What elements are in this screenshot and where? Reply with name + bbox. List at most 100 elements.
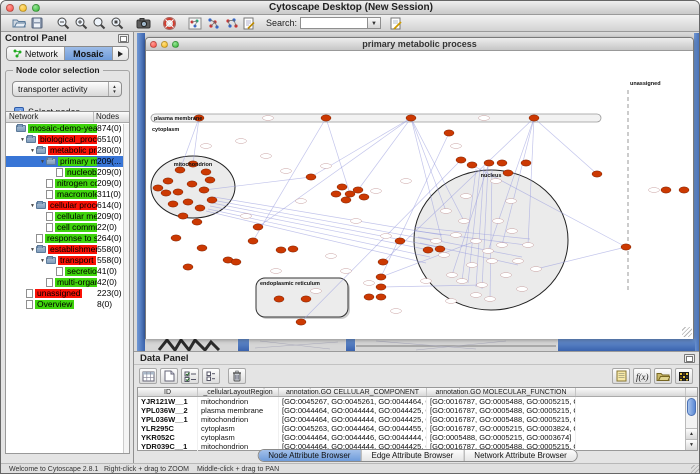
network-node[interactable] bbox=[621, 244, 631, 250]
network-node[interactable] bbox=[378, 259, 388, 265]
close-window-icon[interactable] bbox=[6, 4, 14, 12]
scroll-up-icon[interactable]: ▲ bbox=[686, 428, 697, 439]
table-row[interactable]: YJR121W__1mitochondrion[GO:0045267, GO:0… bbox=[138, 397, 697, 406]
network-node[interactable] bbox=[173, 189, 183, 195]
network-node[interactable] bbox=[376, 294, 386, 300]
tree-row[interactable]: cellular metabo209(0) bbox=[6, 211, 129, 222]
float-panel-icon[interactable] bbox=[684, 354, 695, 363]
attribute-batch-editor-icon[interactable] bbox=[612, 368, 630, 384]
window-resize-grip-icon[interactable] bbox=[691, 465, 700, 474]
tab-mosaic[interactable]: Mosaic bbox=[65, 47, 113, 60]
network-canvas[interactable]: plasma membranecytoplasmmitochondrionnuc… bbox=[146, 51, 693, 339]
network-node[interactable] bbox=[376, 284, 386, 290]
expand-arrow-icon[interactable]: ▼ bbox=[39, 258, 46, 264]
tree-row[interactable]: unassigned223(0) bbox=[6, 288, 129, 299]
tab-network-attribute-browser[interactable]: Network Attribute Browser bbox=[464, 450, 576, 461]
table-row[interactable]: YPL036W__2plasma membrane[GO:0044464, GO… bbox=[138, 406, 697, 415]
select-all-attributes-icon[interactable] bbox=[139, 368, 157, 384]
network-node[interactable] bbox=[163, 178, 173, 184]
advanced-search-icon[interactable] bbox=[387, 16, 405, 31]
close-view-icon[interactable] bbox=[150, 41, 157, 48]
network-node[interactable] bbox=[423, 247, 433, 253]
tab-node-attribute-browser[interactable]: Node Attribute Browser bbox=[258, 450, 361, 461]
network-node[interactable] bbox=[661, 187, 671, 193]
tab-network[interactable]: Network bbox=[7, 47, 65, 60]
float-panel-icon[interactable] bbox=[118, 34, 129, 43]
table-scrollbar[interactable]: ▲ ▼ bbox=[685, 397, 697, 450]
network-node[interactable] bbox=[353, 187, 363, 193]
table-row[interactable]: YKR052Ccytoplasm[GO:0044464, GO:0044446,… bbox=[138, 433, 697, 442]
minimize-view-icon[interactable] bbox=[161, 41, 168, 48]
network-node[interactable] bbox=[376, 274, 386, 280]
annotation-icon[interactable] bbox=[240, 16, 258, 31]
import-network-icon[interactable] bbox=[204, 16, 222, 31]
tree-row[interactable]: Overview8(0) bbox=[6, 299, 129, 310]
network-node[interactable] bbox=[406, 115, 416, 121]
network-node[interactable] bbox=[529, 115, 539, 121]
network-node[interactable] bbox=[456, 157, 466, 163]
function-builder-icon[interactable]: f(x) bbox=[633, 368, 651, 384]
scrollbar-thumb[interactable] bbox=[687, 398, 696, 416]
network-window-titlebar[interactable]: primary metabolic process bbox=[146, 38, 693, 51]
tree-row[interactable]: nucleobase-209(0) bbox=[6, 167, 129, 178]
network-node[interactable] bbox=[679, 187, 689, 193]
tree-column-network[interactable]: Network bbox=[6, 112, 94, 122]
tree-row[interactable]: ▼biological_process651(0) bbox=[6, 134, 129, 145]
tree-row[interactable]: response to stimulu264(0) bbox=[6, 233, 129, 244]
network-node[interactable] bbox=[592, 171, 602, 177]
tree-row[interactable]: ▼metabolic process280(0) bbox=[6, 145, 129, 156]
tree-row[interactable]: ▼primary metabolic209(... bbox=[6, 156, 129, 167]
tree-row[interactable]: cell communicat22(0) bbox=[6, 222, 129, 233]
tree-row[interactable]: secretion41(0) bbox=[6, 266, 129, 277]
tab-overflow-icon[interactable] bbox=[113, 47, 128, 60]
column-header[interactable] bbox=[576, 388, 686, 396]
table-row[interactable]: YLR295Ccytoplasm[GO:0045263, GO:0044464,… bbox=[138, 424, 697, 433]
expand-arrow-icon[interactable]: ▼ bbox=[19, 137, 26, 143]
resize-grip-icon[interactable] bbox=[682, 327, 692, 337]
network-node[interactable] bbox=[331, 191, 341, 197]
column-header[interactable]: annotation.GO CELLULAR_COMPONENT bbox=[279, 388, 427, 396]
network-node[interactable] bbox=[306, 174, 316, 180]
network-node[interactable] bbox=[178, 213, 188, 219]
node-color-dropdown[interactable]: transporter activity ▲▼ bbox=[12, 81, 122, 97]
tree-scrollbar[interactable] bbox=[123, 124, 129, 453]
network-node[interactable] bbox=[444, 130, 454, 136]
network-node[interactable] bbox=[161, 190, 171, 196]
network-node[interactable] bbox=[253, 224, 263, 230]
network-node[interactable] bbox=[337, 184, 347, 190]
network-node[interactable] bbox=[467, 162, 477, 168]
network-node[interactable] bbox=[183, 264, 193, 270]
snapshot-icon[interactable] bbox=[134, 16, 152, 31]
search-input[interactable] bbox=[300, 17, 368, 29]
network-node[interactable] bbox=[435, 246, 445, 252]
scroll-down-icon[interactable]: ▼ bbox=[686, 439, 697, 450]
column-header[interactable]: ID bbox=[138, 388, 198, 396]
matrix-view-icon[interactable] bbox=[675, 368, 693, 384]
tree-row[interactable]: ▼establishment of lo558(0) bbox=[6, 244, 129, 255]
network-node[interactable] bbox=[321, 115, 331, 121]
zoom-view-icon[interactable] bbox=[172, 41, 179, 48]
window-titlebar[interactable]: Cytoscape Desktop (New Session) bbox=[1, 1, 700, 15]
network-node[interactable] bbox=[301, 296, 311, 302]
expand-arrow-icon[interactable]: ▼ bbox=[29, 148, 36, 154]
help-icon[interactable] bbox=[160, 16, 178, 31]
open-icon[interactable] bbox=[10, 16, 28, 31]
network-node[interactable] bbox=[521, 160, 531, 166]
minimize-window-icon[interactable] bbox=[19, 4, 27, 12]
network-node[interactable] bbox=[484, 160, 494, 166]
tree-row[interactable]: multi-organism pro42(0) bbox=[6, 277, 129, 288]
tree-column-nodes[interactable]: Nodes bbox=[94, 112, 129, 122]
network-view-window[interactable]: primary metabolic process plasma membran… bbox=[145, 37, 694, 339]
network-node[interactable] bbox=[192, 219, 202, 225]
tree-row[interactable]: ▼transport558(0) bbox=[6, 255, 129, 266]
network-node[interactable] bbox=[197, 245, 207, 251]
zoom-window-icon[interactable] bbox=[32, 4, 40, 12]
expand-arrow-icon[interactable]: ▼ bbox=[29, 203, 36, 209]
select-attributes-icon[interactable] bbox=[181, 368, 199, 384]
network-node[interactable] bbox=[168, 201, 178, 207]
network-node[interactable] bbox=[497, 160, 507, 166]
create-new-attribute-icon[interactable] bbox=[160, 368, 178, 384]
zoom-in-icon[interactable] bbox=[72, 16, 90, 31]
network-node[interactable] bbox=[276, 247, 286, 253]
tab-edge-attribute-browser[interactable]: Edge Attribute Browser bbox=[361, 450, 464, 461]
